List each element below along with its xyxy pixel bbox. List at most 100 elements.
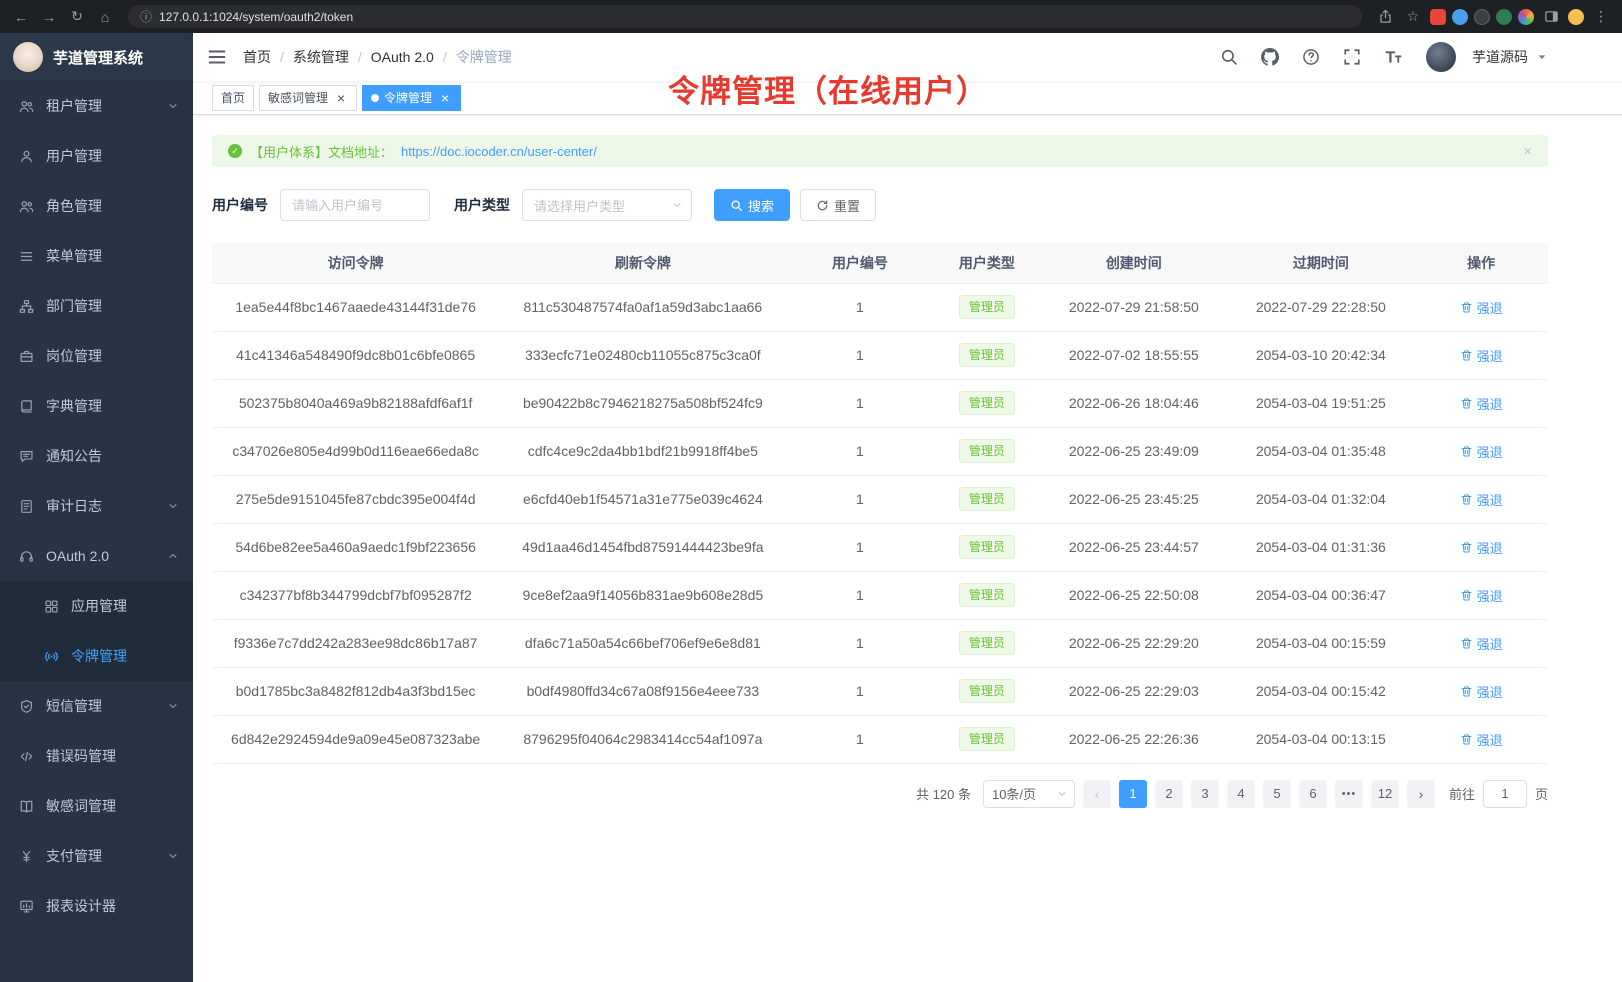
tab-token[interactable]: 令牌管理×: [362, 85, 461, 111]
sidebar-item-report-designer[interactable]: 报表设计器: [0, 881, 193, 931]
action-cell: 强退: [1414, 475, 1548, 523]
force-logout-button[interactable]: 强退: [1460, 586, 1503, 605]
force-logout-button[interactable]: 强退: [1460, 298, 1503, 317]
create-time-cell: 2022-06-25 22:26:36: [1040, 715, 1227, 763]
user-type-cell: 管理员: [933, 331, 1040, 379]
sidebar-item-user[interactable]: 用户管理: [0, 131, 193, 181]
refresh-token-cell: 49d1aa46d1454fbd87591444423be9fa: [499, 523, 786, 571]
sidebar-item-menu[interactable]: 菜单管理: [0, 231, 193, 281]
force-logout-button[interactable]: 强退: [1460, 538, 1503, 557]
create-time-cell: 2022-06-25 23:44:57: [1040, 523, 1227, 571]
chevron-down-icon[interactable]: [1536, 51, 1548, 63]
sidebar-item-sensitive-word[interactable]: 敏感词管理: [0, 781, 193, 831]
forward-icon[interactable]: →: [38, 6, 60, 28]
force-logout-button[interactable]: 强退: [1460, 394, 1503, 413]
expire-time-cell: 2022-07-29 22:28:50: [1227, 283, 1414, 331]
sidebar-item-pay[interactable]: 支付管理: [0, 831, 193, 881]
page-button-3[interactable]: 3: [1191, 780, 1219, 808]
home-icon[interactable]: ⌂: [94, 6, 116, 28]
sidebar-item-post[interactable]: 岗位管理: [0, 331, 193, 381]
alert-close-icon[interactable]: ×: [1523, 143, 1532, 160]
user-name[interactable]: 芋道源码: [1472, 47, 1528, 67]
pagination-total: 共 120 条: [916, 784, 971, 803]
page-button-12[interactable]: 12: [1371, 780, 1399, 808]
bookmark-star-icon[interactable]: ☆: [1402, 6, 1424, 28]
tab-sensitive-word[interactable]: 敏感词管理×: [259, 85, 357, 111]
page-button-1[interactable]: 1: [1119, 780, 1147, 808]
help-icon[interactable]: [1301, 47, 1321, 67]
share-icon[interactable]: [1374, 6, 1396, 28]
force-logout-button[interactable]: 强退: [1460, 634, 1503, 653]
extension-icon[interactable]: [1452, 9, 1468, 25]
search-button[interactable]: 搜索: [714, 189, 790, 221]
sidebar-item-tenant[interactable]: 租户管理: [0, 81, 193, 131]
dict-icon: [19, 399, 34, 414]
hamburger-icon[interactable]: [207, 47, 227, 67]
trash-icon: [1460, 733, 1473, 746]
sidebar-item-oauth2-token[interactable]: 令牌管理: [0, 631, 193, 681]
url-bar[interactable]: ⓘ 127.0.0.1:1024/system/oauth2/token: [128, 5, 1362, 28]
reload-icon[interactable]: ↻: [66, 6, 88, 28]
force-logout-button[interactable]: 强退: [1460, 490, 1503, 509]
search-icon[interactable]: [1219, 47, 1239, 67]
user-type-badge: 管理员: [959, 727, 1015, 751]
page-size-select[interactable]: 10条/页: [983, 780, 1075, 808]
force-logout-button[interactable]: 强退: [1460, 730, 1503, 749]
sidebar-item-dept[interactable]: 部门管理: [0, 281, 193, 331]
expire-time-cell: 2054-03-04 00:15:42: [1227, 667, 1414, 715]
goto-page-input[interactable]: [1483, 780, 1527, 808]
back-icon[interactable]: ←: [10, 6, 32, 28]
alert-link[interactable]: https://doc.iocoder.cn/user-center/: [401, 144, 597, 159]
user-id-cell: 1: [786, 715, 933, 763]
sidebar-item-role[interactable]: 角色管理: [0, 181, 193, 231]
column-header: 操作: [1414, 243, 1548, 283]
table-row: 41c41346a548490f9dc8b01c6bfe0865333ecfc7…: [212, 331, 1548, 379]
user-type-cell: 管理员: [933, 523, 1040, 571]
breadcrumb-item[interactable]: 系统管理: [293, 47, 349, 67]
sidebar-item-error-code[interactable]: 错误码管理: [0, 731, 193, 781]
breadcrumb-item[interactable]: 首页: [243, 47, 271, 67]
reset-button[interactable]: 重置: [800, 189, 876, 221]
sidebar-item-oauth2[interactable]: OAuth 2.0: [0, 531, 193, 581]
force-logout-button[interactable]: 强退: [1460, 682, 1503, 701]
page-button-6[interactable]: 6: [1299, 780, 1327, 808]
force-logout-button[interactable]: 强退: [1460, 346, 1503, 365]
split-view-icon[interactable]: [1540, 6, 1562, 28]
sidebar-item-notice[interactable]: 通知公告: [0, 431, 193, 481]
next-page-button[interactable]: ›: [1407, 780, 1435, 808]
app-logo-image: [13, 42, 43, 72]
sidebar-item-oauth2-app[interactable]: 应用管理: [0, 581, 193, 631]
page-button-4[interactable]: 4: [1227, 780, 1255, 808]
github-icon[interactable]: [1260, 47, 1280, 67]
browser-profile-avatar[interactable]: [1568, 9, 1584, 25]
user-avatar[interactable]: [1426, 42, 1456, 72]
font-size-icon[interactable]: [1383, 47, 1403, 67]
extension-icon[interactable]: [1474, 9, 1490, 25]
breadcrumb-item[interactable]: OAuth 2.0: [371, 49, 434, 65]
audit-icon: [19, 499, 34, 514]
page-ellipsis[interactable]: •••: [1335, 780, 1363, 808]
fullscreen-icon[interactable]: [1342, 47, 1362, 67]
extension-icon[interactable]: [1496, 9, 1512, 25]
force-logout-button[interactable]: 强退: [1460, 442, 1503, 461]
sidebar-item-sms[interactable]: 短信管理: [0, 681, 193, 731]
sidebar-item-dict[interactable]: 字典管理: [0, 381, 193, 431]
page-button-5[interactable]: 5: [1263, 780, 1291, 808]
user-type-select[interactable]: 请选择用户类型: [522, 189, 692, 221]
tab-close-icon[interactable]: ×: [438, 91, 452, 105]
user-type-badge: 管理员: [959, 679, 1015, 703]
refresh-token-cell: cdfc4ce9c2da4bb1bdf21b9918ff4be5: [499, 427, 786, 475]
tab-close-icon[interactable]: ×: [334, 91, 348, 105]
refresh-token-cell: 9ce8ef2aa9f14056b831ae9b608e28d5: [499, 571, 786, 619]
page-button-2[interactable]: 2: [1155, 780, 1183, 808]
tab-home[interactable]: 首页: [212, 85, 254, 111]
browser-menu-icon[interactable]: ⋮: [1590, 6, 1612, 28]
extension-icon[interactable]: [1430, 9, 1446, 25]
user-id-input[interactable]: [280, 189, 430, 221]
trash-icon: [1460, 685, 1473, 698]
site-info-icon[interactable]: ⓘ: [140, 8, 152, 25]
prev-page-button[interactable]: ‹: [1083, 780, 1111, 808]
sidebar-item-audit-log[interactable]: 审计日志: [0, 481, 193, 531]
extension-icon[interactable]: [1518, 9, 1534, 25]
chevron-down-icon: [167, 500, 179, 512]
